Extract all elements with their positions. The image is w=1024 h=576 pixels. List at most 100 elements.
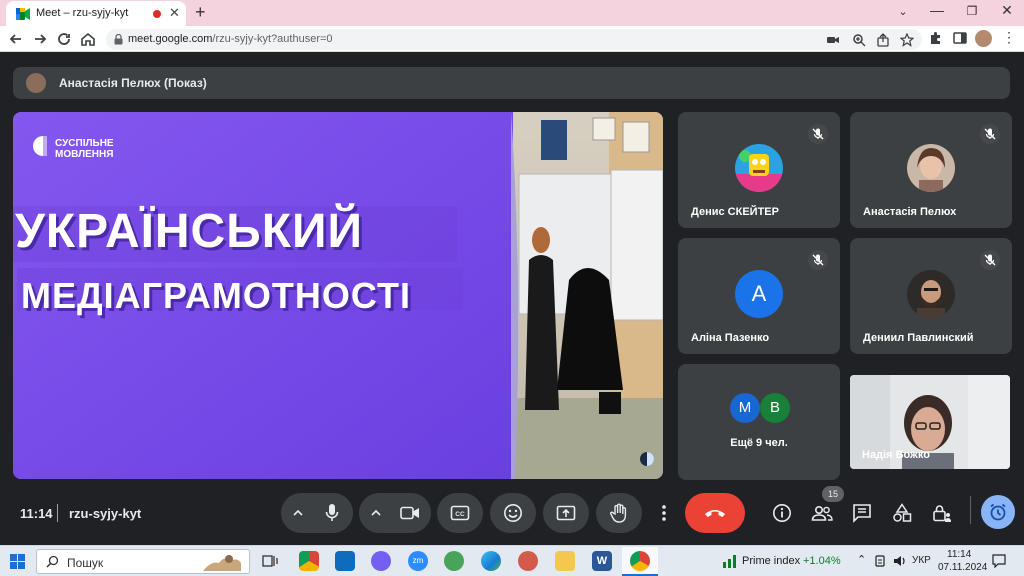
chat-icon: [853, 504, 871, 523]
chrome-active-taskbar-item[interactable]: [622, 547, 658, 576]
slide-headline-2: МЕДІАГРАМОТНОСТІ: [21, 275, 411, 316]
browser-menu-icon[interactable]: ⋮: [1002, 29, 1016, 46]
recording-indicator-icon: [153, 10, 161, 18]
windows-start-icon[interactable]: [10, 554, 25, 569]
outlook-taskbar-icon[interactable]: [335, 551, 355, 571]
chat-button[interactable]: [845, 496, 879, 530]
camera-options-chevron-icon[interactable]: [369, 506, 383, 520]
others-avatar-b: B: [760, 393, 790, 423]
zoom-taskbar-icon[interactable]: zm: [408, 551, 428, 571]
tab-title: Meet – rzu-syjy-kyt: [36, 7, 129, 19]
participant-avatar: [907, 144, 955, 192]
tab-search-chevron-icon[interactable]: ⌄: [888, 5, 918, 18]
side-panel-icon[interactable]: [952, 30, 968, 46]
tab-close-icon[interactable]: ✕: [169, 5, 180, 21]
browser-toolbar: meet.google.com/rzu-syjy-kyt?authuser=0 …: [0, 26, 1024, 52]
participant-avatar: [907, 270, 955, 318]
chrome-taskbar-icon[interactable]: [299, 551, 319, 571]
home-icon[interactable]: [78, 29, 98, 49]
more-vert-icon: [662, 505, 666, 521]
app-taskbar-icon[interactable]: [518, 551, 538, 571]
language-indicator[interactable]: УКР: [912, 555, 931, 566]
taskbar-search-box[interactable]: Пошук: [36, 549, 250, 574]
participant-tile[interactable]: Анастасія Пелюх: [850, 112, 1012, 228]
leave-call-button[interactable]: [685, 493, 745, 533]
search-highlight-icon: [199, 551, 245, 573]
tray-overflow-chevron-icon[interactable]: ⌃: [857, 553, 866, 566]
paint-taskbar-icon[interactable]: [444, 551, 464, 571]
search-placeholder: Пошук: [67, 556, 104, 570]
activities-button[interactable]: [885, 496, 919, 530]
stock-widget-label[interactable]: Prime index: [742, 555, 800, 567]
minimize-window-icon[interactable]: —: [922, 2, 952, 18]
presenter-avatar: [26, 73, 46, 93]
present-screen-button[interactable]: [543, 493, 589, 533]
microphone-button[interactable]: [311, 493, 353, 533]
participant-name: Денис СКЕЙТЕР: [691, 206, 779, 218]
browser-tab-meet[interactable]: Meet – rzu-syjy-kyt ✕: [6, 1, 186, 26]
meeting-code: rzu-syjy-kyt: [69, 506, 142, 521]
slide-headline-1: УКРАЇНСЬКИЙ: [15, 205, 363, 258]
shared-screen[interactable]: СУСПІЛЬНЕ МОВЛЕННЯ УКРАЇНСЬКИЙ МЕДІАГРАМ…: [13, 112, 663, 479]
participant-tile[interactable]: A Аліна Пазенко: [678, 238, 840, 354]
emoji-icon: [504, 504, 522, 522]
viber-taskbar-icon[interactable]: [371, 551, 391, 571]
clock-time[interactable]: 11:14: [947, 549, 971, 560]
task-view-icon[interactable]: [262, 553, 278, 569]
captions-icon: CC: [450, 505, 470, 521]
network-icon[interactable]: [873, 554, 887, 568]
notifications-icon[interactable]: [992, 554, 1006, 568]
back-arrow-icon[interactable]: [6, 29, 26, 49]
mic-options-chevron-icon[interactable]: [291, 506, 305, 520]
stock-chart-icon[interactable]: [722, 554, 738, 568]
raise-hand-button[interactable]: [596, 493, 642, 533]
stock-widget-change: +1.04%: [803, 555, 841, 567]
file-explorer-taskbar-icon[interactable]: [555, 551, 575, 571]
activities-shapes-icon: [893, 503, 912, 522]
forward-arrow-icon[interactable]: [30, 29, 50, 49]
people-count-badge: 15: [822, 486, 844, 502]
camera-button[interactable]: [389, 493, 431, 533]
chrome-icon: [630, 551, 650, 571]
zoom-icon[interactable]: [852, 33, 866, 47]
volume-icon[interactable]: [893, 554, 907, 568]
url-path: /rzu-syjy-kyt?authuser=0: [212, 33, 333, 45]
restore-window-icon[interactable]: ❐: [957, 4, 987, 18]
close-window-icon[interactable]: ✕: [992, 2, 1022, 19]
lock-icon[interactable]: [114, 34, 123, 45]
edge-taskbar-icon[interactable]: [481, 551, 501, 571]
meeting-time: 11:14: [20, 506, 53, 521]
microphone-icon: [325, 504, 339, 521]
more-participants-tile[interactable]: M B Ещё 9 чел.: [678, 364, 840, 480]
mic-off-icon: [980, 250, 1000, 270]
extensions-puzzle-icon[interactable]: [928, 30, 944, 46]
clock-date[interactable]: 07.11.2024: [938, 562, 987, 573]
more-options-button[interactable]: [651, 493, 677, 533]
meeting-details-button[interactable]: [765, 496, 799, 530]
participant-name: Дениил Павлинский: [863, 332, 974, 344]
timer-button[interactable]: [981, 495, 1015, 529]
share-icon[interactable]: [876, 33, 890, 47]
captions-button[interactable]: CC: [437, 493, 483, 533]
word-taskbar-icon[interactable]: W: [592, 551, 612, 571]
reactions-button[interactable]: [490, 493, 536, 533]
participant-tile[interactable]: Дениил Павлинский: [850, 238, 1012, 354]
new-tab-button[interactable]: +: [195, 2, 206, 23]
host-controls-button[interactable]: [925, 496, 959, 530]
reload-icon[interactable]: [54, 29, 74, 49]
profile-avatar[interactable]: [975, 30, 992, 47]
bookmark-star-icon[interactable]: [900, 33, 914, 47]
meeting-controls-bar: 11:14 rzu-syjy-kyt CC: [0, 484, 1024, 544]
participant-video-tile[interactable]: Надія Божко: [850, 375, 1010, 469]
url-text: meet.google.com/rzu-syjy-kyt?authuser=0: [128, 33, 333, 45]
others-label: Ещё 9 чел.: [730, 437, 788, 449]
participant-initial-avatar: A: [735, 270, 783, 318]
participant-avatar: [735, 144, 783, 192]
alarm-clock-icon: [990, 503, 1006, 521]
participant-tile[interactable]: Денис СКЕЙТЕР: [678, 112, 840, 228]
divider: [57, 504, 58, 522]
camera-in-use-icon[interactable]: [826, 33, 840, 47]
mic-group: [281, 493, 353, 533]
search-icon: [46, 555, 59, 568]
address-bar[interactable]: meet.google.com/rzu-syjy-kyt?authuser=0: [106, 29, 922, 50]
